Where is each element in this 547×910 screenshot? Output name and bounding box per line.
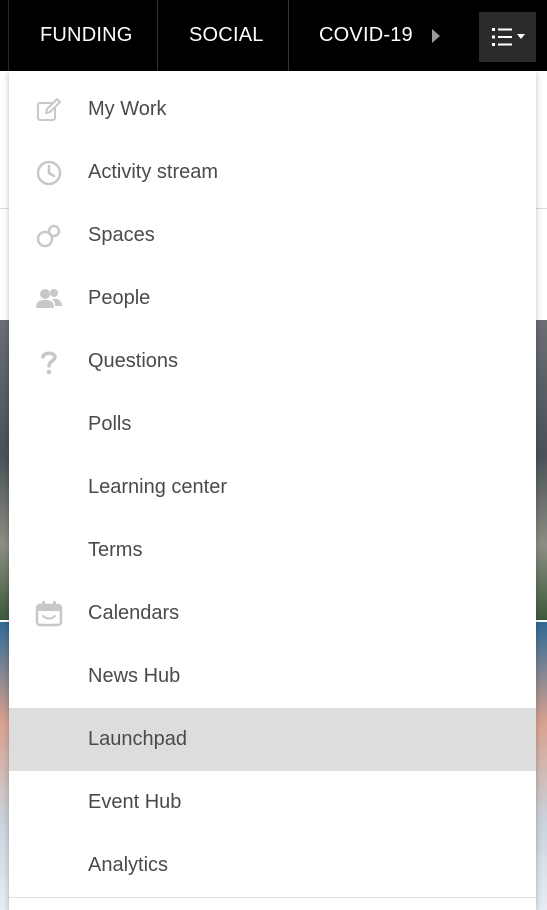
calendar-icon	[35, 600, 63, 628]
menu-item-label: Launchpad	[88, 728, 187, 750]
tab-funding[interactable]: FUNDING	[40, 0, 133, 71]
tab-separator	[157, 0, 158, 71]
menu-item-my-work[interactable]: My Work	[9, 78, 536, 141]
caret-right-icon[interactable]	[432, 29, 440, 43]
menu-item-label: Polls	[88, 413, 132, 435]
menu-item-event-hub[interactable]: Event Hub	[9, 771, 536, 834]
edit-icon	[35, 96, 63, 124]
tab-separator	[288, 0, 289, 71]
menu-item-label: Calendars	[88, 602, 180, 624]
menu-item-news-hub[interactable]: News Hub	[9, 645, 536, 708]
menu-item-spaces[interactable]: Spaces	[9, 204, 536, 267]
top-navigation-bar: FUNDING SOCIAL COVID-19	[0, 0, 547, 71]
topbar-left-edge	[0, 0, 9, 71]
menu-item-label: Spaces	[88, 224, 155, 246]
menu-item-label: News Hub	[88, 665, 181, 687]
question-icon	[35, 348, 63, 376]
tab-funding-label: FUNDING	[40, 24, 133, 46]
spaces-icon	[35, 222, 63, 250]
menu-item-label: Terms	[88, 539, 143, 561]
menu-toggle-button[interactable]	[479, 12, 536, 62]
menu-item-label: My Work	[88, 98, 167, 120]
people-icon	[35, 285, 63, 313]
dropdown-divider	[9, 897, 536, 898]
menu-item-label: Activity stream	[88, 161, 219, 183]
menu-item-polls[interactable]: Polls	[9, 393, 536, 456]
menu-item-terms[interactable]: Terms	[9, 519, 536, 582]
menu-item-analytics[interactable]: Analytics	[9, 834, 536, 897]
menu-item-label: Analytics	[88, 854, 169, 876]
tab-social-label: SOCIAL	[189, 24, 264, 46]
list-menu-icon	[491, 28, 525, 46]
navigation-dropdown-menu: My Work Activity stream Spaces People Qu…	[9, 71, 536, 910]
menu-item-launchpad[interactable]: Launchpad	[9, 708, 536, 771]
menu-item-people[interactable]: People	[9, 267, 536, 330]
menu-item-label: Learning center	[88, 476, 227, 498]
menu-item-label: Event Hub	[88, 791, 182, 813]
menu-item-learning-center[interactable]: Learning center	[9, 456, 536, 519]
menu-item-label: Questions	[88, 350, 179, 372]
tab-social[interactable]: SOCIAL	[189, 0, 264, 71]
tab-covid-19-label: COVID-19	[319, 24, 413, 46]
tab-covid-19[interactable]: COVID-19	[319, 0, 415, 71]
clock-icon	[35, 159, 63, 187]
menu-item-calendars[interactable]: Calendars	[9, 582, 536, 645]
menu-item-questions[interactable]: Questions	[9, 330, 536, 393]
menu-item-label: People	[88, 287, 151, 309]
menu-item-activity-stream[interactable]: Activity stream	[9, 141, 536, 204]
